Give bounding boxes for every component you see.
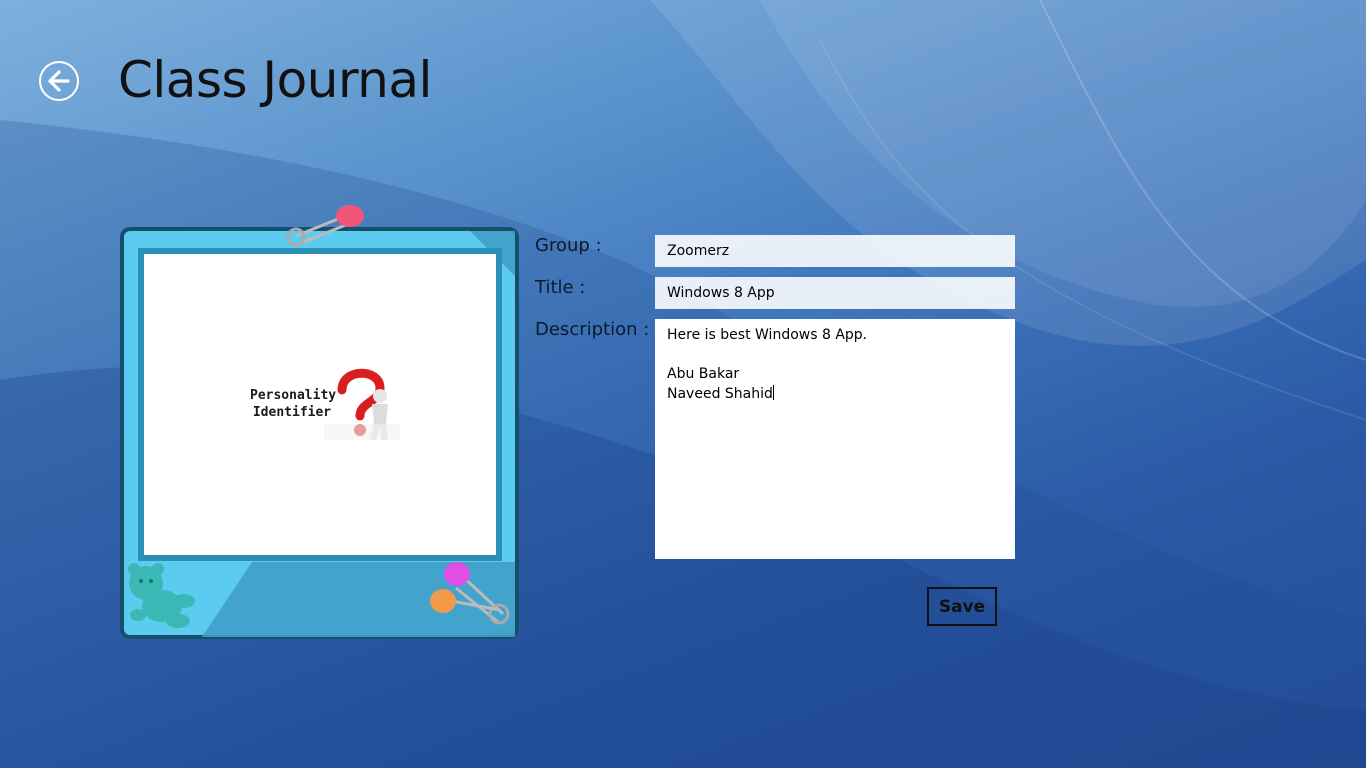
text-caret [772,384,774,400]
back-button[interactable] [39,61,79,101]
description-line [667,346,1003,366]
description-line-text: Naveed Shahid [667,385,773,402]
back-arrow-icon [48,70,70,92]
question-mark-figure-icon [324,368,400,440]
group-input[interactable] [655,235,1015,267]
description-label: Description : [535,319,650,340]
description-textarea[interactable]: Here is best Windows 8 App. Abu Bakar Na… [655,319,1015,559]
page-title: Class Journal [118,51,432,109]
description-line: Naveed Shahid [667,384,1003,405]
title-input[interactable] [655,277,1015,309]
save-button[interactable]: Save [927,587,997,626]
description-line: Abu Bakar [667,366,740,382]
description-line: Here is best Windows 8 App. [667,327,868,343]
group-label: Group : [535,235,602,256]
title-label: Title : [535,277,586,298]
